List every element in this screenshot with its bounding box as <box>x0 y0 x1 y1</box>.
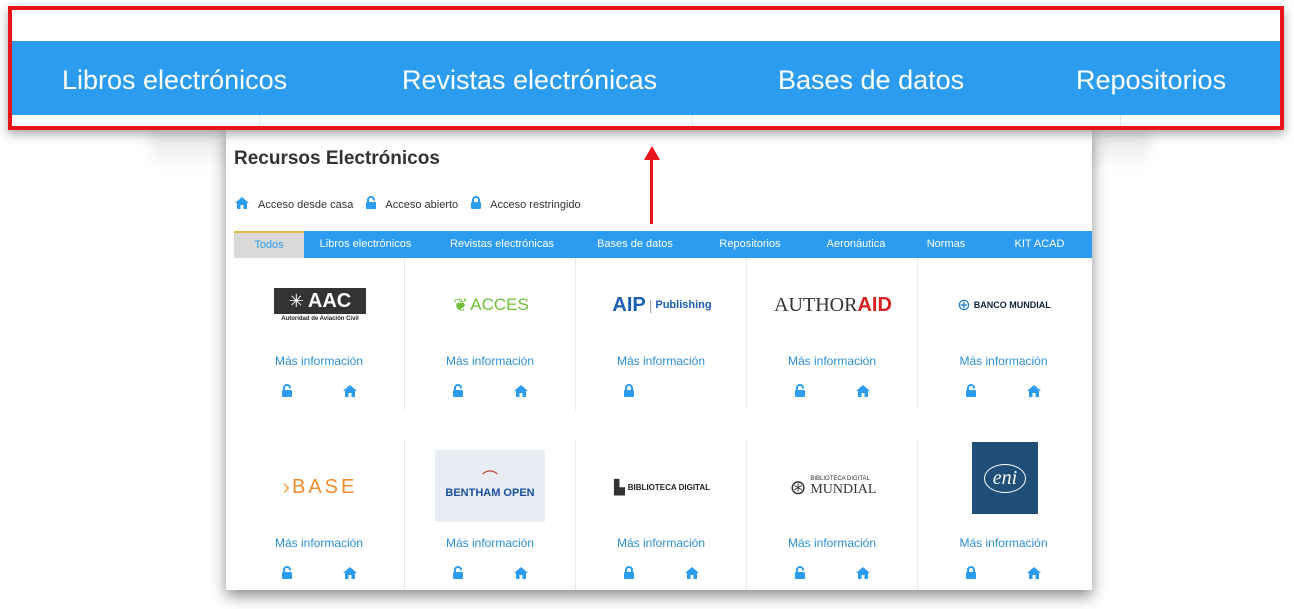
tab-revistas[interactable]: Revistas electrónicas <box>427 231 577 258</box>
access-icons <box>405 566 575 582</box>
banco-mundial-logo[interactable]: ⊕ BANCO MUNDIAL <box>936 276 1072 334</box>
more-info-link[interactable]: Más información <box>576 536 746 550</box>
resource-card-biblioteca-digital: ▙ BIBLIOTECA DIGITAL Más información <box>576 440 747 590</box>
zoomed-nav-item-repositorios[interactable]: Repositorios <box>1076 65 1226 96</box>
access-legend: Acceso desde casa Acceso abierto Acceso … <box>234 196 593 213</box>
resource-card-bentham-open: ⌒ BENTHAM OPEN Más información <box>405 440 576 590</box>
base-logo[interactable]: › BASE <box>252 458 388 516</box>
zoomed-nav-item-revistas[interactable]: Revistas electrónicas <box>402 65 657 96</box>
zoomed-nav-callout: Libros electrónicos Revistas electrónica… <box>8 6 1284 130</box>
unlock-icon <box>452 384 464 403</box>
home-icon <box>684 566 700 585</box>
more-info-link[interactable]: Más información <box>918 354 1089 368</box>
access-icons <box>576 566 746 582</box>
legend-open-label: Acceso abierto <box>385 198 459 211</box>
zoomed-nav-item-bases[interactable]: Bases de datos <box>778 65 964 96</box>
resource-card-aip: AIP | Publishing Más información <box>576 258 747 410</box>
eni-logo[interactable]: eni <box>972 442 1038 514</box>
home-icon <box>513 384 529 403</box>
unlock-icon <box>794 384 806 403</box>
lock-icon <box>965 566 977 585</box>
legend-home: Acceso desde casa <box>234 196 353 213</box>
resource-card-authoraid: AUTHOR AID Más información <box>747 258 918 410</box>
more-info-link[interactable]: Más información <box>405 536 575 550</box>
access-icons <box>405 384 575 400</box>
lock-icon <box>623 384 635 403</box>
access-icons <box>576 384 746 400</box>
access-icons <box>747 566 917 582</box>
access-icons <box>918 566 1089 582</box>
callout-arrow <box>650 158 653 224</box>
resource-row: ✳ AAC Autoridad de Aviación Civil Más inf… <box>234 258 1092 410</box>
home-icon <box>342 384 358 403</box>
tab-todos[interactable]: Todos <box>234 231 304 258</box>
resource-card-acces: ❦ ACCES Más información <box>405 258 576 410</box>
acces-logo[interactable]: ❦ ACCES <box>423 276 559 334</box>
home-icon <box>1026 384 1042 403</box>
home-icon <box>342 566 358 585</box>
home-icon <box>1026 566 1042 585</box>
more-info-link[interactable]: Más información <box>234 536 404 550</box>
more-info-link[interactable]: Más información <box>747 354 917 368</box>
unlock-icon <box>281 566 293 585</box>
legend-open: Acceso abierto <box>365 196 458 213</box>
bentham-open-logo[interactable]: ⌒ BENTHAM OPEN <box>435 450 545 522</box>
resource-card-banco-mundial: ⊕ BANCO MUNDIAL Más información <box>918 258 1089 410</box>
access-icons <box>918 384 1089 400</box>
home-icon <box>234 196 258 213</box>
more-info-link[interactable]: Más información <box>576 354 746 368</box>
tab-repositorios[interactable]: Repositorios <box>693 231 807 258</box>
tab-aeronautica[interactable]: Aeronáutica <box>807 231 905 258</box>
resource-grid: ✳ AAC Autoridad de Aviación Civil Más inf… <box>234 258 1092 590</box>
tab-bases[interactable]: Bases de datos <box>577 231 693 258</box>
aip-logo[interactable]: AIP | Publishing <box>594 276 730 334</box>
tab-kit-acad[interactable]: KIT ACAD <box>987 231 1092 258</box>
resource-card-base: › BASE Más información <box>234 440 405 590</box>
access-icons <box>234 384 404 400</box>
biblioteca-digital-logo[interactable]: ▙ BIBLIOTECA DIGITAL <box>594 458 730 516</box>
more-info-link[interactable]: Más información <box>918 536 1089 550</box>
home-icon <box>855 566 871 585</box>
zoomed-nav-item-libros[interactable]: Libros electrónicos <box>62 65 287 96</box>
page-title: Recursos Electrónicos <box>234 148 440 169</box>
authoraid-logo[interactable]: AUTHOR AID <box>765 276 901 334</box>
access-icons <box>747 384 917 400</box>
resources-panel: Recursos Electrónicos Acceso desde casa … <box>226 128 1092 590</box>
aac-logo[interactable]: ✳ AAC Autoridad de Aviación Civil <box>252 276 388 334</box>
tab-libros[interactable]: Libros electrónicos <box>304 231 427 258</box>
resource-card-eni: eni Más información <box>918 440 1089 590</box>
unlock-icon <box>794 566 806 585</box>
home-icon <box>855 384 871 403</box>
more-info-link[interactable]: Más información <box>747 536 917 550</box>
more-info-link[interactable]: Más información <box>234 354 404 368</box>
lock-icon <box>470 196 490 213</box>
zoomed-nav-bar: Libros electrónicos Revistas electrónica… <box>12 41 1280 115</box>
resource-row: › BASE Más información ⌒ BENTHAM OPEN Má… <box>234 440 1092 590</box>
unlock-icon <box>452 566 464 585</box>
tab-normas[interactable]: Normas <box>905 231 987 258</box>
legend-restricted: Acceso restringido <box>470 196 581 213</box>
unlock-icon <box>365 196 385 213</box>
home-icon <box>513 566 529 585</box>
biblioteca-digital-mundial-logo[interactable]: ⊛ BIBLIOTECA DIGITAL MUNDIAL <box>765 458 901 516</box>
legend-restricted-label: Acceso restringido <box>490 198 581 211</box>
unlock-icon <box>281 384 293 403</box>
lock-icon <box>623 566 635 585</box>
category-tabs: Todos Libros electrónicos Revistas elect… <box>234 231 1092 258</box>
zoomed-nav-strip <box>12 115 1280 126</box>
access-icons <box>234 566 404 582</box>
resource-card-aac: ✳ AAC Autoridad de Aviación Civil Más inf… <box>234 258 405 410</box>
legend-home-label: Acceso desde casa <box>258 198 354 211</box>
unlock-icon <box>965 384 977 403</box>
more-info-link[interactable]: Más información <box>405 354 575 368</box>
resource-card-biblioteca-digital-mundial: ⊛ BIBLIOTECA DIGITAL MUNDIAL Más informa… <box>747 440 918 590</box>
